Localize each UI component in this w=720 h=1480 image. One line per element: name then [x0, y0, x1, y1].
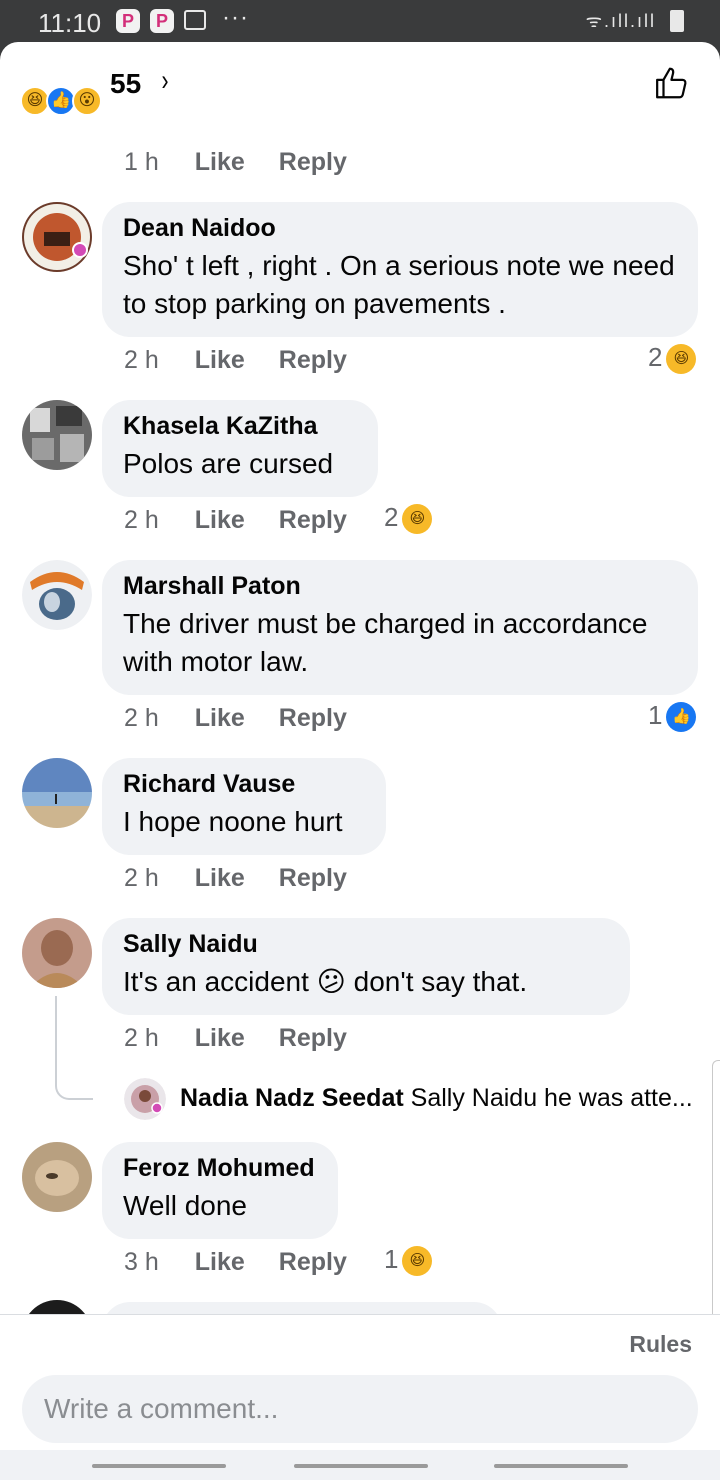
gallery-notification-icon [184, 10, 206, 30]
scrollbar[interactable] [712, 1060, 720, 1346]
reaction-count: 1 [648, 700, 663, 730]
thumbs-up-outline-icon[interactable] [654, 64, 692, 102]
like-button[interactable]: Like [195, 148, 245, 176]
like-emoji-icon: 👍 [666, 702, 697, 733]
reply-button[interactable]: Reply [279, 346, 347, 374]
nav-recents-handle[interactable] [494, 1464, 628, 1468]
chevron-right-icon[interactable]: › [162, 64, 169, 98]
comment-actions: 3 h Like Reply [124, 1248, 381, 1277]
comment-bubble[interactable]: Khasela KaZitha Polos are cursed [102, 400, 378, 497]
rules-link[interactable]: Rules [629, 1331, 692, 1358]
comment-time: 3 h [124, 1248, 159, 1276]
comment-text: The driver must be charged in accordance… [123, 608, 648, 677]
signal-icon: ᯤ.ıll.ıll [585, 11, 656, 31]
haha-emoji-icon: 😆 [666, 344, 697, 375]
comment-text: Polos are cursed [123, 448, 334, 479]
comment-actions: 2 h Like Reply [124, 506, 381, 535]
comment-actions: 2 h Like Reply [124, 864, 381, 893]
avatar[interactable] [22, 1142, 92, 1212]
comment-bubble[interactable]: Feroz Mohumed Well done [102, 1142, 338, 1239]
reply-button[interactable]: Reply [279, 148, 347, 176]
reply-button[interactable]: Reply [279, 864, 347, 892]
avatar[interactable] [22, 758, 92, 828]
commenter-name[interactable]: Sally Naidu [123, 930, 608, 959]
reply-button[interactable]: Reply [279, 1248, 347, 1276]
commenter-name[interactable]: Marshall Paton [123, 572, 676, 601]
comment-actions: 2 h Like Reply [124, 704, 381, 733]
comment-time: 2 h [124, 704, 159, 732]
comment-text: Sho' t left , right . On a serious note … [123, 250, 675, 319]
comment-time: 2 h [124, 1024, 159, 1052]
reaction-count: 2 [648, 342, 663, 372]
reaction-count: 1 [384, 1244, 399, 1274]
avatar[interactable] [22, 202, 92, 272]
reply-button[interactable]: Reply [279, 506, 347, 534]
nav-back-handle[interactable] [92, 1464, 226, 1468]
status-time: 11:10 [38, 8, 102, 38]
reply-button[interactable]: Reply [279, 704, 347, 732]
nav-home-handle[interactable] [294, 1464, 428, 1468]
avatar[interactable] [124, 1078, 166, 1120]
haha-emoji-icon: 😆 [402, 504, 433, 535]
comment-time: 2 h [124, 864, 159, 892]
reply-preview[interactable]: Nadia Nadz Seedat Sally Naidu he was att… [180, 1084, 700, 1113]
comment-text: It's an accident 😕 don't say that. [123, 966, 528, 997]
like-button[interactable]: Like [195, 1248, 245, 1276]
reaction-count-badge[interactable]: 2 😆 [648, 342, 697, 375]
comment-time: 2 h [124, 346, 159, 374]
commenter-name[interactable]: Feroz Mohumed [123, 1154, 316, 1183]
wow-emoji-icon: 😮 [72, 86, 102, 116]
comment-actions: 2 h Like Reply [124, 1024, 381, 1053]
haha-emoji-icon: 😆 [402, 1246, 433, 1277]
comment-bubble[interactable]: Marshall Paton The driver must be charge… [102, 560, 698, 695]
like-button[interactable]: Like [195, 1024, 245, 1052]
avatar[interactable] [22, 560, 92, 630]
commenter-name[interactable]: Richard Vause [123, 770, 364, 799]
comment-text: Well done [123, 1190, 248, 1221]
reply-author[interactable]: Nadia Nadz Seedat [180, 1084, 404, 1112]
system-nav-bar [0, 1450, 720, 1480]
reply-button[interactable]: Reply [279, 1024, 347, 1052]
app-notification-icon: P [150, 9, 174, 33]
reactions-count[interactable]: 55 [110, 68, 141, 100]
like-button[interactable]: Like [195, 864, 245, 892]
battery-icon [670, 10, 684, 32]
comment-actions: 2 h Like Reply [124, 346, 381, 375]
status-bar: 11:10 P P ··· ᯤ.ıll.ıll [0, 0, 720, 42]
avatar[interactable] [22, 400, 92, 470]
more-notifications-icon: ··· [222, 4, 249, 31]
reaction-count: 2 [384, 502, 399, 532]
comment-time: 2 h [124, 506, 159, 534]
like-button[interactable]: Like [195, 346, 245, 374]
comment-bubble[interactable]: Richard Vause I hope noone hurt [102, 758, 386, 855]
commenter-name[interactable]: Dean Naidoo [123, 214, 676, 243]
comment-input[interactable]: Write a comment... [22, 1375, 698, 1443]
comment-bubble[interactable]: Sally Naidu It's an accident 😕 don't say… [102, 918, 630, 1015]
comment-text: I hope noone hurt [123, 806, 343, 837]
comment-bubble[interactable]: Dean Naidoo Sho' t left , right . On a s… [102, 202, 698, 337]
comment-actions: 1 h Like Reply [124, 148, 381, 177]
comment-time: 1 h [124, 148, 159, 176]
reaction-count-badge[interactable]: 1 👍 [648, 700, 697, 733]
like-button[interactable]: Like [195, 506, 245, 534]
app-notification-icon: P [116, 9, 140, 33]
reaction-count-badge[interactable]: 1 😆 [384, 1244, 433, 1277]
commenter-name[interactable]: Khasela KaZitha [123, 412, 356, 441]
reply-thread-line [55, 996, 93, 1100]
reaction-count-badge[interactable]: 2 😆 [384, 502, 433, 535]
reply-snippet: Sally Naidu he was atte... [410, 1084, 693, 1112]
like-button[interactable]: Like [195, 704, 245, 732]
comments-sheet: 😆 👍 😮 55 › 1 h Like Reply Dean Naidoo Sho'… [0, 42, 720, 1480]
avatar[interactable] [22, 918, 92, 988]
